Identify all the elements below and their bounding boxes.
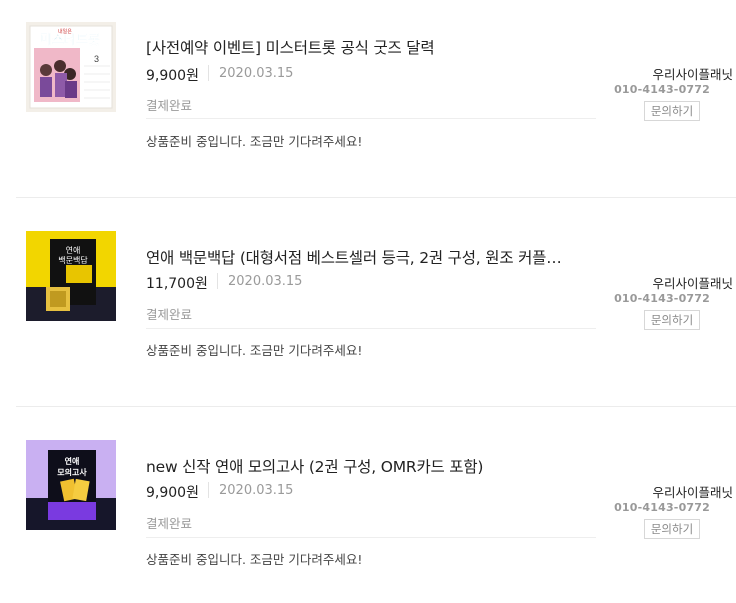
- book-title-line1: 연애: [65, 456, 80, 466]
- book-product-image: 연애 모의고사: [26, 440, 116, 530]
- product-thumbnail[interactable]: 연애 모의고사: [26, 440, 116, 530]
- payment-status: 결제완료: [146, 516, 193, 531]
- inquiry-button[interactable]: 문의하기: [644, 519, 700, 539]
- book-title-line2: 모의고사: [57, 467, 87, 477]
- order-item: 연애 모의고사 new 신작 연애 모의고사 (2권 구성, OMR카드 포함)…: [0, 0, 736, 603]
- seller-name[interactable]: 우리사이플래닛: [600, 482, 733, 501]
- shipping-status-message: 상품준비 중입니다. 조금만 기다려주세요!: [146, 552, 363, 567]
- separator: [208, 482, 209, 498]
- seller-phone: 010-4143-0772: [614, 501, 710, 514]
- divider: [146, 537, 596, 538]
- product-price: 9,900원: [146, 485, 199, 501]
- product-title-link[interactable]: new 신작 연애 모의고사 (2권 구성, OMR카드 포함): [146, 455, 591, 477]
- order-date: 2020.03.15: [219, 483, 294, 498]
